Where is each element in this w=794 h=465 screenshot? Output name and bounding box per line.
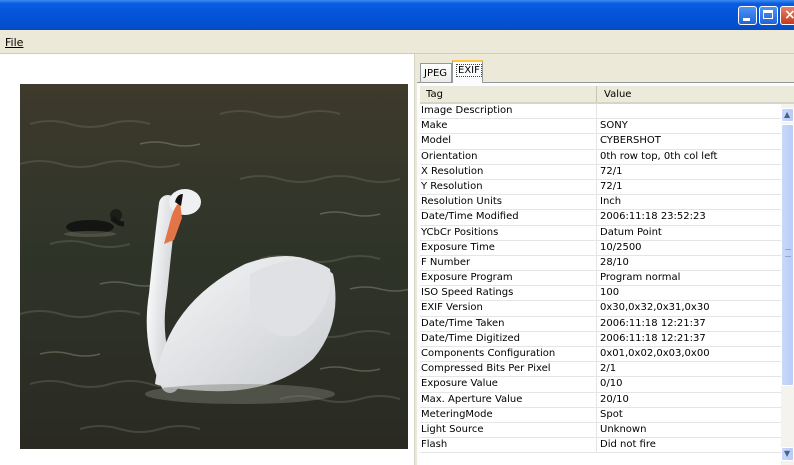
tag-cell: Exposure Time xyxy=(421,240,597,256)
maximize-icon xyxy=(763,10,773,19)
scroll-up-button[interactable]: ▲ xyxy=(781,108,794,122)
table-row[interactable]: Date/Time Taken 2006:11:18 12:21:37 xyxy=(420,316,781,332)
table-row[interactable]: Flash Did not fire xyxy=(420,438,781,454)
table-row[interactable]: Light Source Unknown xyxy=(420,422,781,439)
table-row[interactable]: EXIF Version 0x30,0x32,0x31,0x30 xyxy=(420,301,781,317)
value-cell: 0x30,0x32,0x31,0x30 xyxy=(600,302,710,314)
tag-cell: Model xyxy=(421,134,597,150)
maximize-button[interactable] xyxy=(759,6,778,25)
menu-file-label: File xyxy=(5,36,24,49)
tab-jpeg-label: JPEG xyxy=(424,68,448,79)
list-header: Tag Value xyxy=(420,86,794,104)
table-row[interactable]: Exposure Time 10/2500 xyxy=(420,240,781,256)
photo-preview xyxy=(20,84,408,449)
table-row[interactable]: Exposure Program Program normal xyxy=(420,271,781,287)
tag-cell: ISO Speed Ratings xyxy=(421,286,597,302)
value-cell: 72/1 xyxy=(600,165,623,177)
table-row[interactable]: Resolution Units Inch xyxy=(420,195,781,211)
value-cell: Inch xyxy=(600,196,622,208)
value-cell: 0th row top, 0th col left xyxy=(600,150,718,162)
chevron-up-icon: ▲ xyxy=(784,110,791,119)
table-row[interactable]: Image Description xyxy=(420,104,781,120)
tag-cell: YCbCr Positions xyxy=(421,225,597,241)
column-header-value[interactable]: Value xyxy=(598,86,794,102)
column-header-tag[interactable]: Tag xyxy=(420,86,597,102)
value-cell: Program normal xyxy=(600,272,681,284)
table-row[interactable]: X Resolution 72/1 xyxy=(420,164,781,180)
tag-cell: Image Description xyxy=(421,104,597,119)
tag-cell: Flash xyxy=(421,438,597,454)
tab-exif[interactable]: EXIF xyxy=(452,60,483,83)
tag-cell: Components Configuration xyxy=(421,347,597,362)
value-cell: CYBERSHOT xyxy=(600,135,661,147)
table-row[interactable]: ISO Speed Ratings 100 xyxy=(420,286,781,302)
tag-cell: EXIF Version xyxy=(421,301,597,317)
table-row[interactable]: YCbCr Positions Datum Point xyxy=(420,225,781,241)
chevron-down-icon: ▼ xyxy=(784,449,791,458)
tag-cell: Date/Time Digitized xyxy=(421,331,597,347)
value-cell: 2006:11:18 23:52:23 xyxy=(600,211,706,223)
tag-cell: Date/Time Modified xyxy=(421,210,597,226)
exif-list[interactable]: Image Description Make SONY Model CYBERSHOT O… xyxy=(420,104,781,465)
scroll-thumb[interactable] xyxy=(781,124,794,386)
vertical-scrollbar[interactable]: ▲ ▼ xyxy=(781,104,794,465)
title-bar[interactable]: × xyxy=(0,0,794,30)
tag-cell: Make xyxy=(421,119,597,135)
value-cell: Did not fire xyxy=(600,439,656,451)
value-cell xyxy=(600,104,781,119)
close-icon: × xyxy=(784,7,794,23)
close-button[interactable]: × xyxy=(780,6,794,25)
tag-cell: F Number xyxy=(421,255,597,271)
value-cell: 20/10 xyxy=(600,393,629,405)
table-row[interactable]: Date/Time Digitized 2006:11:18 12:21:37 xyxy=(420,331,781,347)
table-row[interactable]: Date/Time Modified 2006:11:18 23:52:23 xyxy=(420,210,781,226)
minimize-button[interactable] xyxy=(738,6,757,25)
scroll-down-button[interactable]: ▼ xyxy=(781,447,794,461)
table-row[interactable]: Y Resolution 72/1 xyxy=(420,179,781,196)
tab-jpeg[interactable]: JPEG xyxy=(420,63,452,82)
value-cell: Unknown xyxy=(600,423,647,435)
table-row[interactable]: Components Configuration 0x01,0x02,0x03,0… xyxy=(420,347,781,363)
value-cell: 0x01,0x02,0x03,0x00 xyxy=(600,348,710,359)
tag-cell: Exposure Program xyxy=(421,271,597,287)
value-cell: 2006:11:18 12:21:37 xyxy=(600,332,706,344)
swan-photo xyxy=(20,84,408,449)
tag-cell: MeteringMode xyxy=(421,407,597,423)
tag-cell: Exposure Value xyxy=(421,377,597,393)
value-cell: 100 xyxy=(600,287,620,299)
value-cell: 0/10 xyxy=(600,378,623,390)
minimize-icon xyxy=(743,18,750,21)
value-cell: 2006:11:18 12:21:37 xyxy=(600,317,706,329)
tag-cell: Compressed Bits Per Pixel xyxy=(421,362,597,378)
tag-cell: Resolution Units xyxy=(421,195,597,211)
value-cell: 28/10 xyxy=(600,256,629,268)
tag-cell: Date/Time Taken xyxy=(421,316,597,332)
table-row[interactable]: MeteringMode Spot xyxy=(420,407,781,423)
value-cell: 10/2500 xyxy=(600,241,642,253)
value-cell: 72/1 xyxy=(600,180,623,192)
tag-cell: Max. Aperture Value xyxy=(421,392,597,408)
menu-file[interactable]: File xyxy=(5,36,23,49)
value-cell: 2/1 xyxy=(600,363,617,375)
tab-exif-label: EXIF xyxy=(456,64,482,77)
tag-cell: Orientation xyxy=(421,149,597,165)
tag-cell: Light Source xyxy=(421,422,597,438)
tag-cell: X Resolution xyxy=(421,164,597,180)
value-cell: SONY xyxy=(600,120,628,132)
table-row[interactable]: Max. Aperture Value 20/10 xyxy=(420,392,781,408)
table-row[interactable]: Model CYBERSHOT xyxy=(420,134,781,150)
table-row[interactable]: Exposure Value 0/10 xyxy=(420,377,781,393)
tag-cell: Y Resolution xyxy=(421,179,597,195)
table-row[interactable]: Orientation 0th row top, 0th col left xyxy=(420,149,781,165)
table-row[interactable]: Make SONY xyxy=(420,119,781,135)
table-row[interactable]: Compressed Bits Per Pixel 2/1 xyxy=(420,362,781,378)
value-cell: Spot xyxy=(600,408,623,420)
table-row[interactable]: F Number 28/10 xyxy=(420,255,781,272)
grip-icon xyxy=(785,249,791,257)
menu-bar: File xyxy=(0,30,794,54)
value-cell: Datum Point xyxy=(600,226,662,238)
